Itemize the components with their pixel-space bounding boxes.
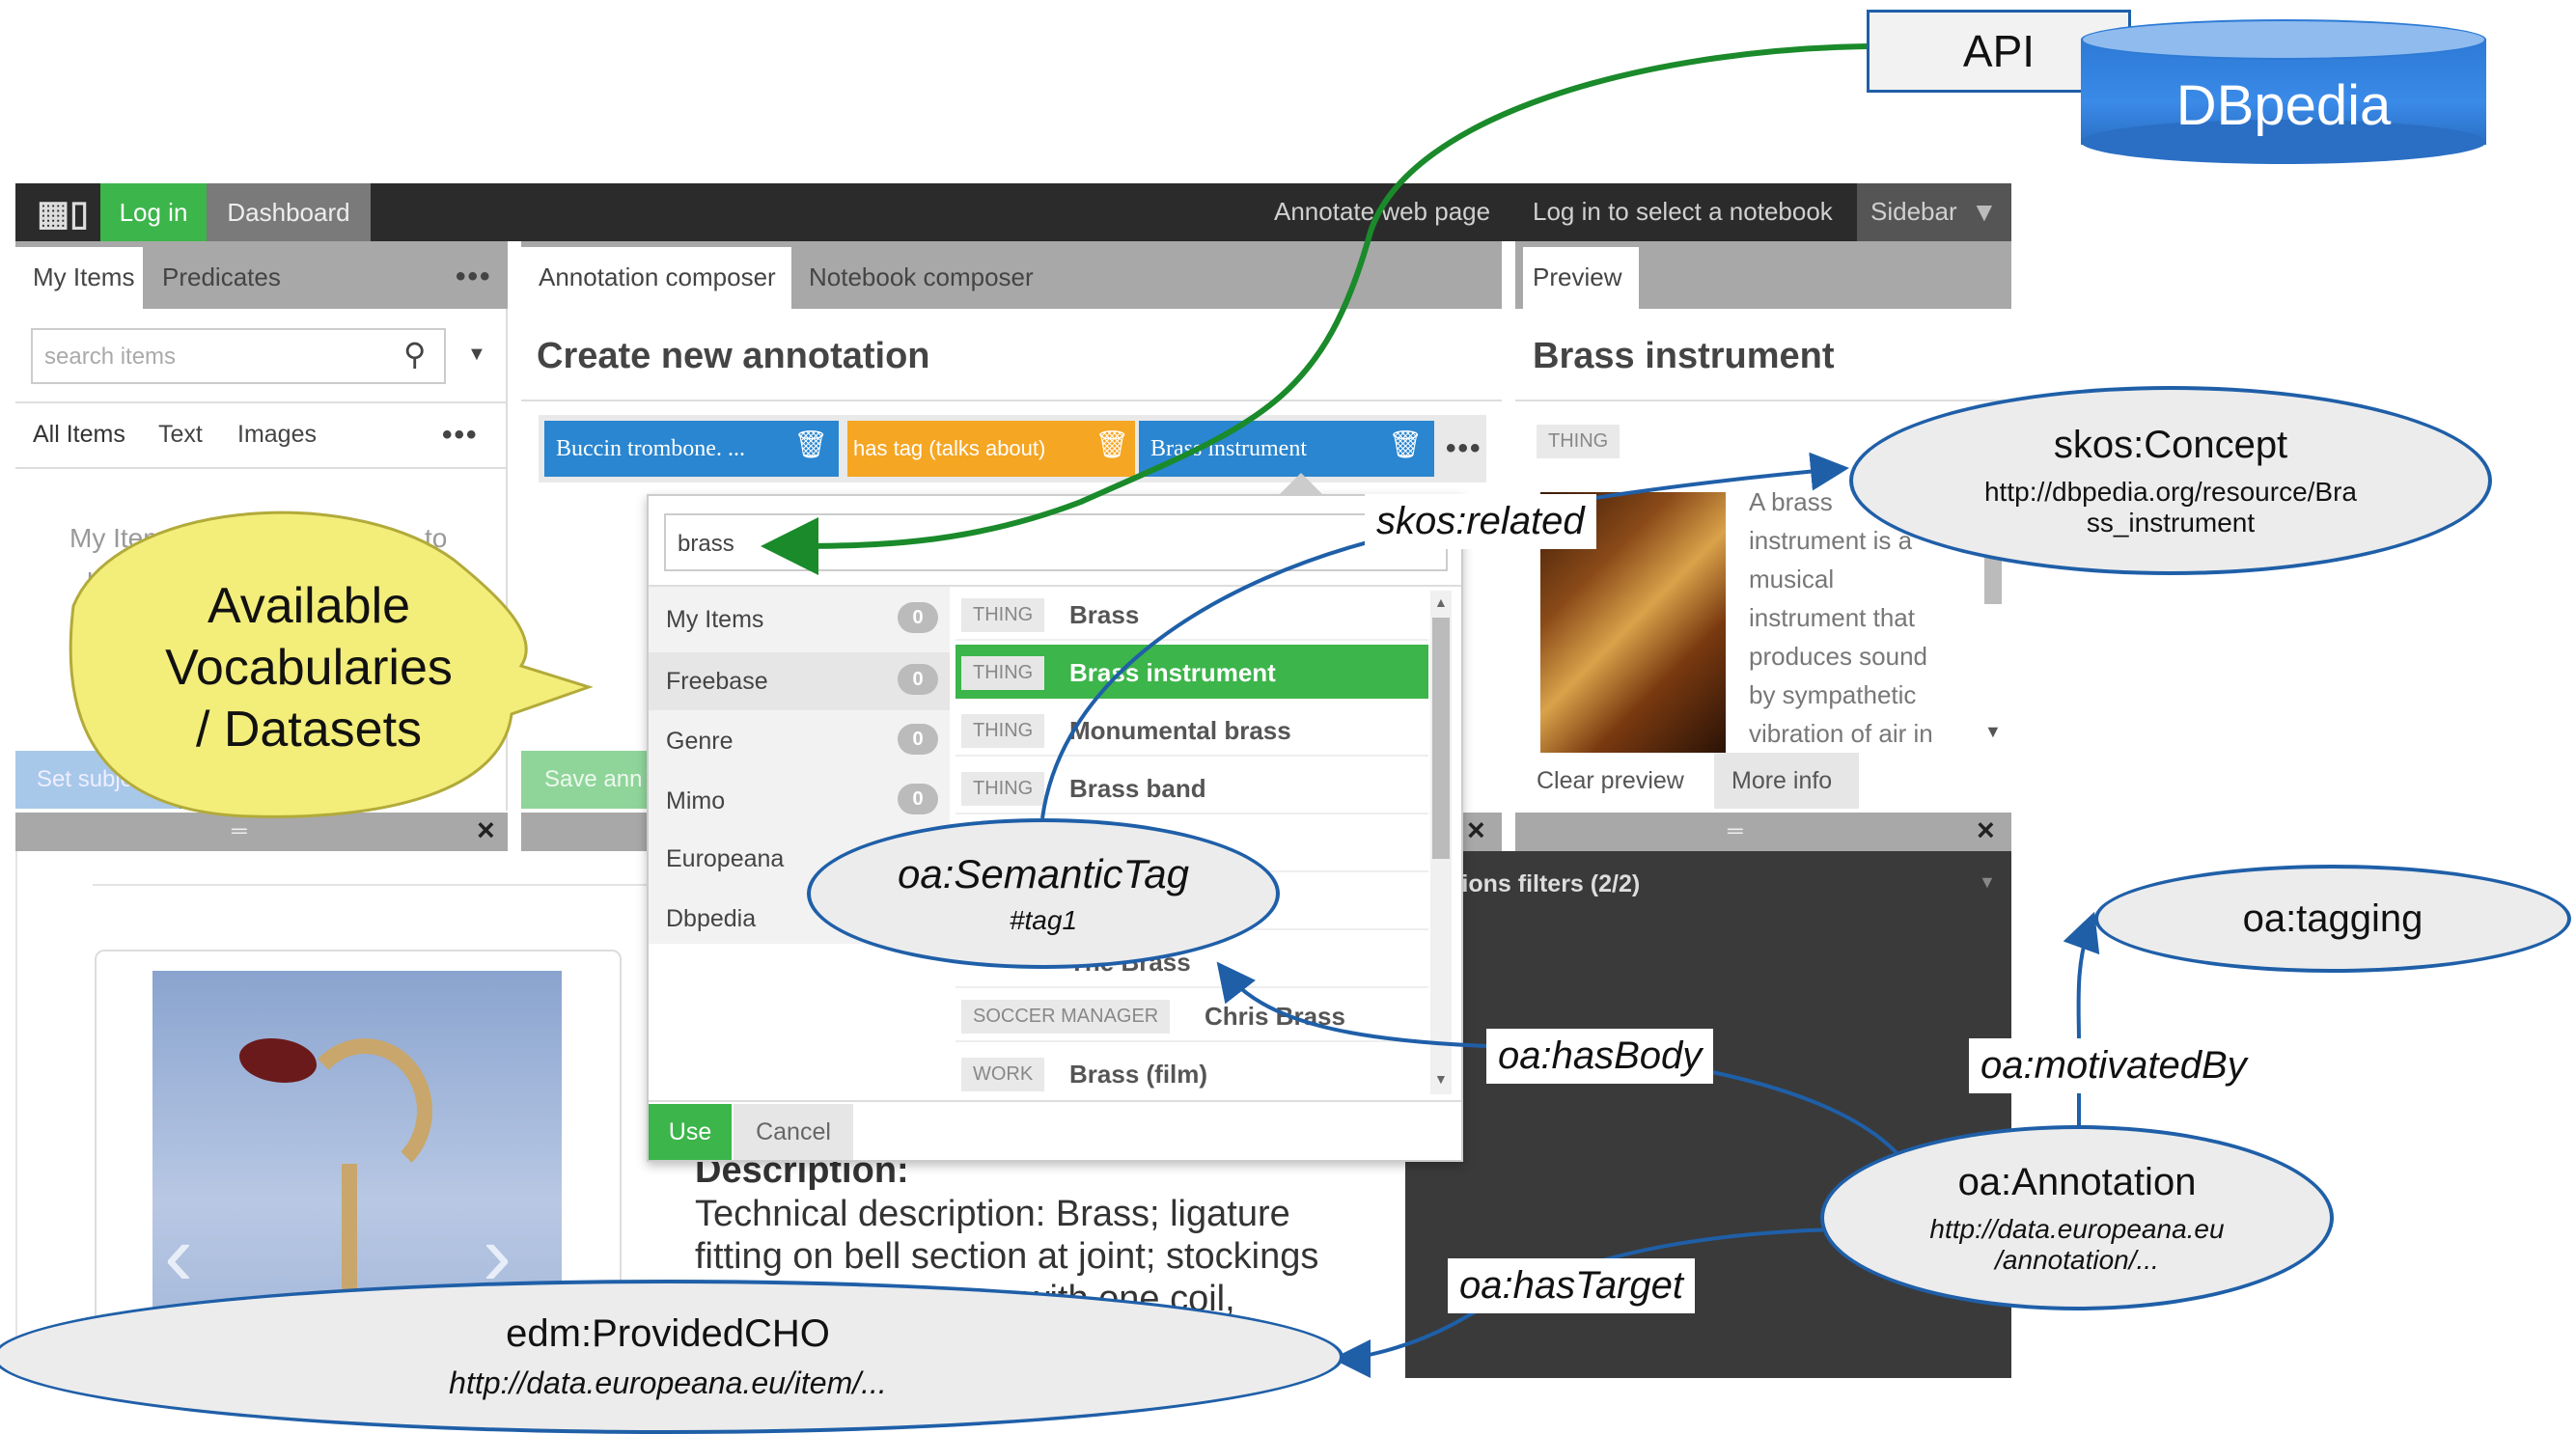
cylinder-top [2081,19,2486,60]
node-uri: ss_instrument [2086,507,2256,538]
dbpedia-label: DBpedia [2175,74,2392,137]
node-title: oa:tagging [2242,896,2424,940]
provided-cho-node: edm:ProvidedCHO http://data.europeana.eu… [0,1280,1343,1434]
node-title: edm:ProvidedCHO [506,1312,830,1355]
motivated-by-connector [2063,911,2100,1127]
node-title: skos:Concept [2053,423,2288,466]
node-title: oa:SemanticTag [898,851,1189,896]
node-title: oa:Annotation [1957,1160,2197,1203]
node-uri: http://dbpedia.org/resource/Bra [1983,476,2357,507]
api-connector [761,43,1868,575]
annotation-node: oa:Annotation http://data.europeana.eu /… [1820,1125,2334,1310]
has-body-label: oa:hasBody [1486,1029,1714,1084]
callout-line: / Datasets [195,702,423,758]
skos-related-label: skos:related [1365,494,1596,549]
node-sub: #tag1 [1009,905,1078,935]
has-target-label: oa:hasTarget [1448,1258,1696,1313]
skos-concept-node: skos:Concept http://dbpedia.org/resource… [1849,386,2492,575]
tagging-node: oa:tagging [2094,865,2571,973]
motivated-by-label: oa:motivatedBy [1969,1038,2258,1093]
callout-line: Vocabularies [165,640,453,696]
node-uri: http://data.europeana.eu/item/... [449,1365,887,1400]
dbpedia-database: DBpedia [2081,19,2486,166]
node-uri: http://data.europeana.eu [1929,1213,2225,1244]
semantic-tag-node: oa:SemanticTag #tag1 [807,818,1280,969]
node-uri: /annotation/... [1995,1244,2159,1275]
callout-line: Available [207,578,411,634]
vocabularies-callout: Available Vocabularies / Datasets [77,575,540,760]
